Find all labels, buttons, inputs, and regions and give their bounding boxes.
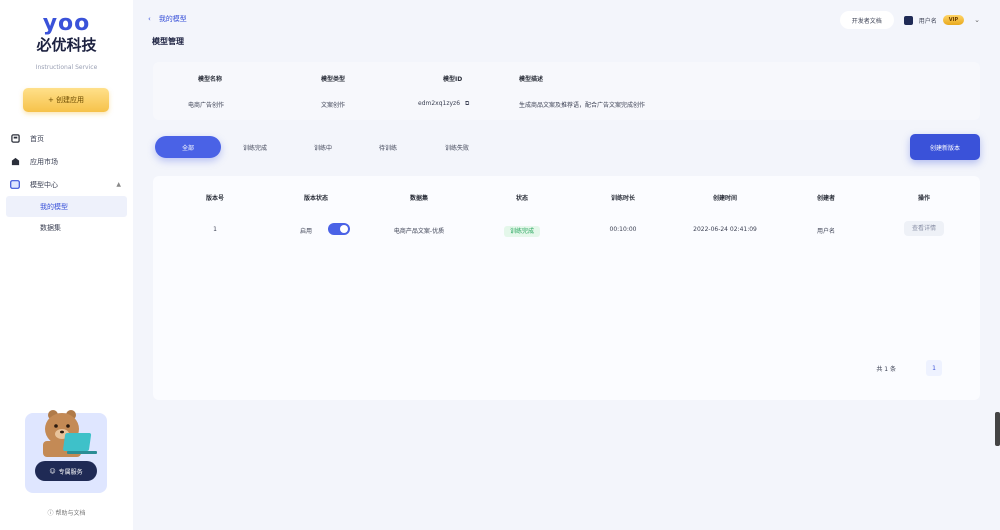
view-detail-button[interactable]: 查看详情 bbox=[903, 221, 945, 236]
logo-tagline: Instructional Service bbox=[35, 64, 98, 71]
sidebar-item-label: 应用市场 bbox=[30, 157, 58, 166]
promo-card: ☺ 专属服务 bbox=[25, 410, 107, 493]
create-version-label: 创建新版本 bbox=[929, 144, 960, 152]
market-icon bbox=[10, 157, 20, 167]
info-value: 文案创作 bbox=[321, 102, 346, 109]
tab-label: 全部 bbox=[181, 144, 194, 152]
logo-en: yoo bbox=[42, 11, 91, 36]
tab-label: 训练完成 bbox=[242, 144, 267, 152]
logo-cn: 必优科技 bbox=[36, 36, 97, 54]
page-title: 模型管理 bbox=[152, 36, 184, 47]
tab-failed[interactable]: 训练失败 bbox=[425, 136, 489, 158]
model-icon bbox=[10, 180, 20, 190]
info-model-name: 模型名称 电商广告创作 bbox=[188, 74, 224, 109]
info-value: 生成商品文案及推荐语，配合广告文案完成创作 bbox=[519, 102, 646, 109]
chevron-down-icon[interactable]: ⌄ bbox=[974, 16, 980, 24]
column-header: 操作 bbox=[917, 195, 931, 202]
cell-version: 1 bbox=[213, 226, 217, 233]
create-app-button[interactable]: + 创建应用 bbox=[23, 88, 109, 112]
version-enable-toggle[interactable] bbox=[328, 223, 350, 235]
headset-icon: ☺ bbox=[49, 467, 56, 475]
sidebar-item-home[interactable]: 首页 bbox=[0, 127, 133, 150]
page-title-text: 模型管理 bbox=[152, 37, 184, 46]
tab-pending[interactable]: 待训练 bbox=[358, 136, 418, 158]
tab-trained[interactable]: 训练完成 bbox=[225, 136, 285, 158]
info-model-id: 模型ID edm2xq1zyz6 ⧉ bbox=[418, 74, 469, 108]
column-header: 创建者 bbox=[816, 195, 836, 202]
dashboard-icon bbox=[10, 134, 20, 144]
tab-label: 训练中 bbox=[313, 144, 332, 152]
help-icon: ⓘ bbox=[47, 510, 54, 517]
info-model-type: 模型类型 文案创作 bbox=[321, 74, 345, 109]
create-version-button[interactable]: 创建新版本 bbox=[910, 134, 980, 160]
sidebar-subitem-label: 我的模型 bbox=[40, 202, 68, 211]
pagination: 共 1 条 1 bbox=[876, 360, 942, 376]
chevron-up-icon[interactable]: ▲ bbox=[116, 181, 121, 188]
breadcrumb-item[interactable]: 我的模型 bbox=[159, 14, 187, 24]
breadcrumb: ‹ 我的模型 bbox=[148, 14, 187, 24]
model-id-text: edm2xq1zyz6 bbox=[418, 100, 461, 107]
cell-dataset: 电商产品文案-优质 bbox=[393, 228, 445, 235]
scrollbar-handle[interactable] bbox=[995, 412, 1000, 446]
tab-training[interactable]: 训练中 bbox=[293, 136, 353, 158]
column-header: 状态 bbox=[515, 195, 529, 202]
view-detail-label: 查看详情 bbox=[903, 221, 945, 236]
brand-logo[interactable]: yoo 必优科技 Instructional Service bbox=[0, 11, 133, 72]
info-label: 模型名称 bbox=[198, 76, 223, 83]
sidebar-subitem-label: 数据集 bbox=[40, 223, 61, 232]
sidebar-nav: 首页 应用市场 模型中心 ▲ 我的模型 数据集 bbox=[0, 127, 133, 238]
status-badge-text: 训练完成 bbox=[503, 226, 541, 237]
tab-label: 训练失败 bbox=[444, 144, 469, 152]
cell-duration: 00:10:00 bbox=[609, 226, 637, 233]
info-value: edm2xq1zyz6 ⧉ bbox=[418, 100, 469, 108]
sidebar-item-label: 模型中心 bbox=[30, 180, 58, 189]
exclusive-service-label: 专属服务 bbox=[58, 468, 83, 476]
cell-version-state: 启用 bbox=[299, 228, 313, 235]
exclusive-service-button[interactable]: ☺ 专属服务 bbox=[35, 461, 97, 481]
cell-creator: 用户名 bbox=[816, 228, 836, 235]
docs-link[interactable]: 开发者文档 bbox=[839, 11, 894, 29]
tab-all[interactable]: 全部 bbox=[155, 136, 221, 158]
column-header: 创建时间 bbox=[712, 195, 738, 202]
info-model-desc: 模型描述 生成商品文案及推荐语，配合广告文案完成创作 bbox=[519, 74, 645, 109]
top-right-bar: 开发者文档 用户名 VIP ⌄ bbox=[839, 11, 980, 29]
column-header: 版本状态 bbox=[303, 195, 329, 202]
help-link[interactable]: ⓘ 帮助与文档 bbox=[0, 508, 133, 517]
status-badge: 训练完成 bbox=[503, 226, 541, 237]
create-app-label: + 创建应用 bbox=[47, 96, 85, 104]
sidebar-item-model-center[interactable]: 模型中心 ▲ bbox=[0, 173, 133, 196]
column-header: 版本号 bbox=[205, 195, 225, 202]
back-chevron-icon[interactable]: ‹ bbox=[148, 15, 151, 23]
username: 用户名 bbox=[918, 17, 937, 25]
info-label: 模型ID bbox=[443, 76, 463, 83]
version-filter-bar: 全部 训练完成 训练中 待训练 训练失败 创建新版本 bbox=[153, 126, 980, 170]
model-info-card: 模型名称 电商广告创作 模型类型 文案创作 模型ID edm2xq1zyz6 ⧉… bbox=[153, 62, 980, 120]
avatar bbox=[903, 15, 913, 25]
vip-badge: VIP bbox=[942, 15, 965, 25]
page-button-1[interactable]: 1 bbox=[926, 360, 942, 376]
tab-label: 待训练 bbox=[378, 144, 397, 152]
sidebar-subitem-datasets[interactable]: 数据集 bbox=[0, 217, 133, 238]
sidebar-subitem-my-models[interactable]: 我的模型 bbox=[6, 196, 127, 217]
versions-table: 版本号 版本状态 数据集 状态 训练时长 创建时间 创建者 操作 1 启用 电商… bbox=[153, 176, 980, 400]
docs-link-label: 开发者文档 bbox=[851, 17, 882, 25]
info-value: 电商广告创作 bbox=[188, 102, 225, 109]
sidebar-item-label: 首页 bbox=[30, 134, 44, 143]
info-label: 模型类型 bbox=[321, 76, 346, 83]
column-header: 训练时长 bbox=[610, 195, 636, 202]
pagination-total: 共 1 条 bbox=[876, 365, 896, 373]
info-label: 模型描述 bbox=[519, 76, 544, 83]
sidebar: yoo 必优科技 Instructional Service + 创建应用 首页… bbox=[0, 0, 133, 530]
user-menu[interactable]: 用户名 VIP bbox=[903, 15, 965, 25]
copy-icon[interactable]: ⧉ bbox=[465, 100, 469, 107]
cell-created: 2022-06-24 02:41:09 bbox=[693, 226, 757, 233]
mascot-illustration bbox=[43, 410, 97, 457]
column-header: 数据集 bbox=[409, 195, 429, 202]
help-label: 帮助与文档 bbox=[55, 510, 86, 517]
sidebar-item-market[interactable]: 应用市场 bbox=[0, 150, 133, 173]
